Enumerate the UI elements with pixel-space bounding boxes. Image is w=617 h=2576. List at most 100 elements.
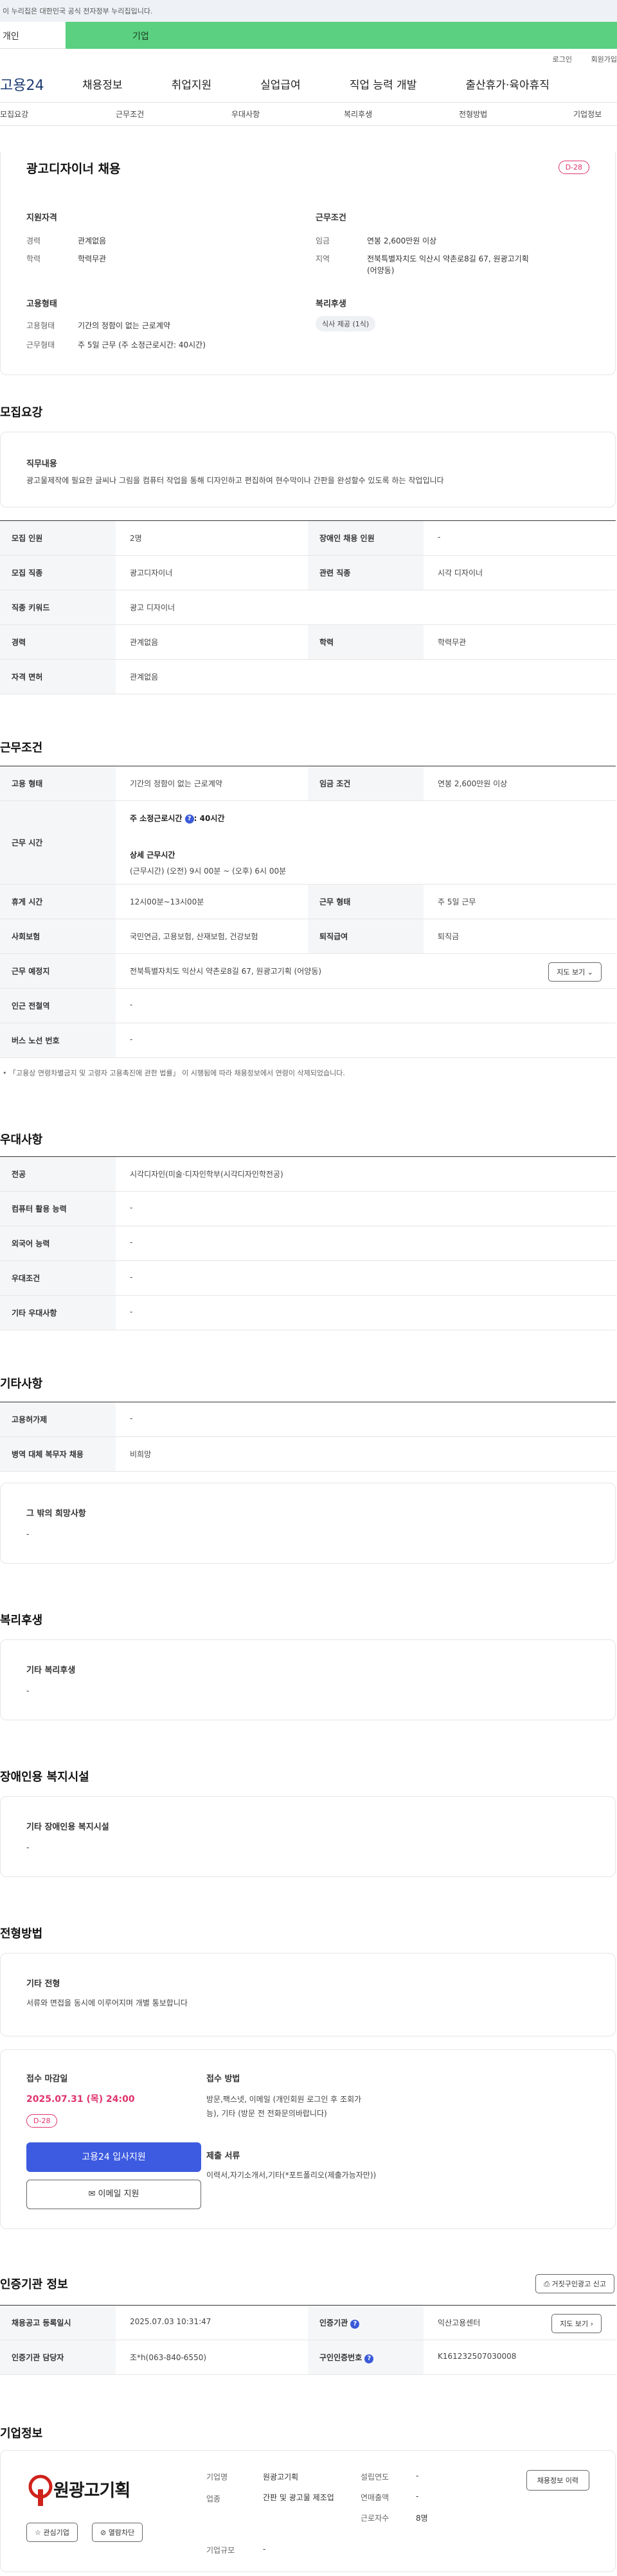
table-header-cell: 우대조건 <box>0 1261 116 1295</box>
table-header-cell: 퇴직급여 <box>308 919 424 953</box>
tab-company[interactable]: 기업 <box>66 22 617 49</box>
method-text: 방문,팩스넷, 이메일 (개인회원 로그인 후 조회가능), 기타 (방문 전 … <box>206 2095 362 2118</box>
snb-company[interactable]: 기업정보 <box>573 109 602 119</box>
company-field-key: 설립연도 <box>361 2473 389 2482</box>
map-view-button[interactable]: 지도 보기 ⌄ <box>548 962 602 982</box>
section-nav: 모집요강 근무조건 우대사항 복리후생 전형방법 기업정보 <box>0 103 617 126</box>
recruit-history-label: 채용정보 이력 <box>537 2476 578 2485</box>
table-header-cell: 병역 대체 복무자 채용 <box>0 1437 116 1471</box>
agency-no-header-label: 구인인증번호 <box>319 2353 362 2362</box>
table-cell: 기간의 정함이 없는 근로계약 <box>130 779 222 788</box>
docs-text: 이력서,자기소개서,기타(*포트폴리오(제출가능자만)) <box>206 2171 377 2180</box>
nav-item-parental-leave[interactable]: 출산휴가·육아휴직 <box>465 76 550 92</box>
qual-key: 경력 <box>26 236 41 245</box>
table-row: 모집 직종 광고디자이너 관련 직종 시각 디자이너 <box>0 556 616 590</box>
table-header-cell: 임금 조건 <box>308 766 424 800</box>
agency-map-button[interactable]: 지도 보기 › <box>551 2314 602 2333</box>
info-icon[interactable]: ? <box>184 814 194 824</box>
nav-item-jobs[interactable]: 채용정보 <box>82 76 123 92</box>
welfare-section-title: 복리후생 <box>0 1614 43 1627</box>
global-nav: 고용24 채용정보 취업지원 실업급여 직업 능력 개발 출산휴가·육아휴직 <box>0 66 617 103</box>
table-header-cell: 경력 <box>0 625 116 659</box>
cond-heading: 근무조건 <box>316 213 346 223</box>
duty-card: 직무내용 광고물제작에 필요한 글씨나 그림을 컴퓨터 작업을 통해 디자인하고… <box>0 432 616 507</box>
table-header-cell: 인증기관 담당자 <box>0 2340 116 2374</box>
nav-item-skills[interactable]: 직업 능력 개발 <box>350 76 417 92</box>
snb-process[interactable]: 전형방법 <box>459 109 487 119</box>
table-header-cell: 학력 <box>308 625 424 659</box>
table-cell: 관계없음 <box>130 638 159 647</box>
snb-welfare[interactable]: 복리후생 <box>344 109 372 119</box>
agency-table: 채용공고 등록일시 2025.07.03 10:31:47 인증기관 ? 익산고… <box>0 2305 616 2375</box>
other-wishes-text: - <box>26 1530 30 1539</box>
table-cell: 광고디자이너 <box>130 569 173 578</box>
info-icon[interactable]: ? <box>364 2354 374 2363</box>
join-link[interactable]: 회원가입 <box>591 55 617 64</box>
table-cell: 시각디자인(미술·디자인학부(시각디자인학전공) <box>130 1170 283 1179</box>
member-type-tabs: 개인 기업 <box>0 22 617 49</box>
job-summary-card: 광고디자이너 채용 D-28 지원자격 경력 관계없음 학력 학력무관 근무조건… <box>0 152 616 375</box>
table-header-cell: 컴퓨터 활용 능력 <box>0 1192 116 1226</box>
table-header-cell: 버스 노선 번호 <box>0 1023 116 1057</box>
table-cell: 학력무관 <box>438 638 467 647</box>
company-field-key: 기업명 <box>206 2473 228 2482</box>
etc-table: 고용허가제 - 병역 대체 복무자 채용 비희망 <box>0 1402 616 1472</box>
snb-work[interactable]: 근무조건 <box>116 109 144 119</box>
table-cell: - <box>130 1203 133 1212</box>
company-field-value: - <box>263 2545 266 2554</box>
nav-item-unemployment-benefit[interactable]: 실업급여 <box>260 76 301 92</box>
interest-company-label: 관심기업 <box>43 2528 69 2537</box>
table-header-cell: 모집 직종 <box>0 556 116 590</box>
gov-banner: 이 누리집은 대한민국 공식 전자정부 누리집입니다. <box>0 0 617 22</box>
tab-personal[interactable]: 개인 <box>0 22 66 49</box>
company-field-value: 8명 <box>416 2514 428 2523</box>
job-title: 광고디자이너 채용 <box>26 162 121 176</box>
disability-label: 기타 장애인용 복지시설 <box>26 1822 109 1832</box>
map-view-label: 지도 보기 <box>557 968 586 976</box>
deadline-value: 2025.07.31 (목) 24:00 <box>26 2094 135 2104</box>
table-cell: 2025.07.03 10:31:47 <box>130 2317 211 2326</box>
table-header-cell: 기타 우대사항 <box>0 1296 116 1330</box>
snb-recruit[interactable]: 모집요강 <box>0 109 28 119</box>
company-card: 원광고기획 ☆ 관심기업 ⊘ 열람차단 기업명 원광고기획 업종 간판 및 광고… <box>0 2450 616 2572</box>
email-apply-button[interactable]: ✉ 이메일 지원 <box>26 2180 201 2209</box>
table-header-cell: 고용 형태 <box>0 766 116 800</box>
site-logo[interactable]: 고용24 <box>0 74 64 94</box>
table-header-cell: 근무 시간 <box>0 801 116 884</box>
recruit-history-button[interactable]: 채용정보 이력 <box>526 2470 589 2491</box>
pref-table: 전공 시각디자인(미술·디자인학부(시각디자인학전공) 컴퓨터 활용 능력 - 외국… <box>0 1156 616 1330</box>
star-icon: ☆ <box>35 2528 41 2537</box>
pref-section-title: 우대사항 <box>0 1133 43 1147</box>
apply-button[interactable]: 고용24 입사지원 <box>26 2142 201 2172</box>
report-icon: ⎙ <box>544 2280 550 2288</box>
qual-heading: 지원자격 <box>26 213 57 223</box>
table-cell: 조*h(063-840-6550) <box>130 2353 207 2362</box>
chevron-down-icon: ⌄ <box>587 968 593 976</box>
table-header-cell: 인근 전철역 <box>0 989 116 1023</box>
emp-heading: 고용형태 <box>26 299 57 309</box>
nav-item-employment-support[interactable]: 취업지원 <box>172 76 212 92</box>
interest-company-button[interactable]: ☆ 관심기업 <box>26 2523 78 2542</box>
method-label: 접수 방법 <box>206 2074 240 2084</box>
table-cell: 연봉 2,600만원 이상 <box>438 779 508 788</box>
emp-key: 고용형태 <box>26 321 55 330</box>
info-icon[interactable]: ? <box>350 2320 360 2329</box>
table-cell: 전북특별자치도 익산시 약촌로8길 67, 원광고기획 (어양동) <box>130 967 322 976</box>
table-cell: - <box>130 1035 133 1044</box>
login-link[interactable]: 로그인 <box>553 55 572 64</box>
table-header-cell: 모집 인원 <box>0 521 116 555</box>
snb-pref[interactable]: 우대사항 <box>231 109 260 119</box>
cond-value: 전북특별자치도 익산시 약촌로8길 67, 원광고기획 (어양동) <box>367 254 529 275</box>
table-row: 사회보험 국민연금, 고용보험, 산재보험, 건강보험 퇴직급여 퇴직금 <box>0 919 616 954</box>
emp-value: 주 5일 근무 (주 소정근로시간: 40시간) <box>78 340 206 349</box>
table-header-cell: 직종 키워드 <box>0 590 116 624</box>
table-row: 모집 인원 2명 장애인 채용 인원 - <box>0 521 616 556</box>
recruit-table: 모집 인원 2명 장애인 채용 인원 - 모집 직종 광고디자이너 관련 직종 … <box>0 520 616 694</box>
block-view-button[interactable]: ⊘ 열람차단 <box>92 2523 143 2542</box>
table-header-cell: 휴게 시간 <box>0 885 116 919</box>
company-field-key: 기업규모 <box>206 2546 235 2555</box>
table-cell: 국민연금, 고용보험, 산재보험, 건강보험 <box>130 932 258 941</box>
welfare-heading: 복리후생 <box>316 299 346 309</box>
process-text: 서류와 면접을 동시에 이루어지며 개별 통보합니다 <box>26 1998 188 2007</box>
report-fake-ad-button[interactable]: ⎙ 거짓구인광고 신고 <box>535 2274 614 2293</box>
